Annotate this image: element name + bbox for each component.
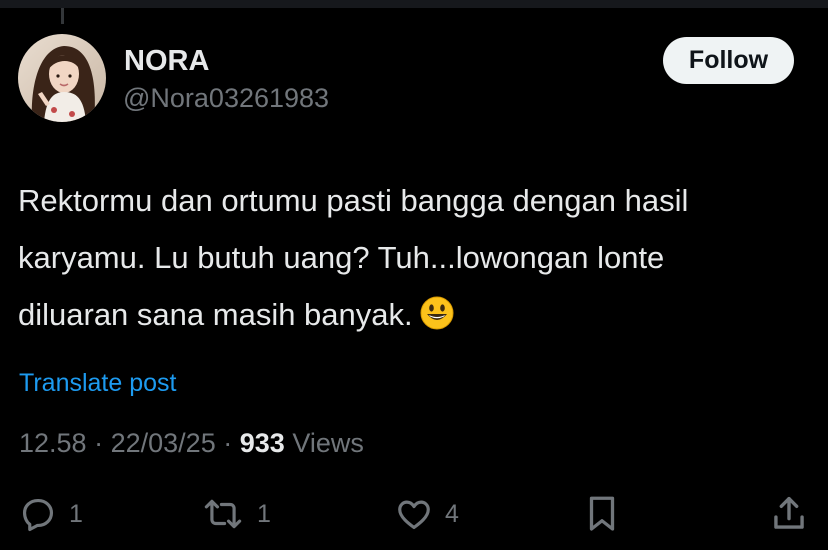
meta-separator: ·: [94, 428, 104, 458]
avatar-image: [18, 34, 106, 122]
share-button[interactable]: [770, 490, 808, 538]
author-display-name[interactable]: NORA: [124, 45, 209, 78]
post-time[interactable]: 12.58: [19, 428, 87, 458]
repost-button[interactable]: 1: [201, 490, 271, 538]
reply-button[interactable]: 1: [19, 490, 83, 538]
repost-icon: [204, 499, 242, 529]
bookmark-icon: [589, 496, 615, 531]
share-icon: [774, 496, 804, 529]
bookmark-button[interactable]: [584, 490, 620, 538]
post-metadata: 12.58 · 22/03/25 · 933 Views: [19, 428, 364, 459]
translate-post-link[interactable]: Translate post: [19, 369, 176, 398]
post-action-bar: 1 1 4: [0, 490, 828, 538]
post-text-line: Rektormu dan ortumu pasti bangga dengan …: [18, 183, 689, 218]
like-count: 4: [445, 499, 459, 528]
post-detail-view: NORA @Nora03261983 Follow Rektormu dan o…: [0, 0, 828, 550]
post-text-line-content: diluaran sana masih banyak.: [18, 297, 413, 332]
author-handle[interactable]: @Nora03261983: [123, 83, 329, 114]
meta-separator: ·: [223, 428, 233, 458]
heart-icon: [398, 500, 430, 530]
views-label: Views: [292, 428, 364, 458]
post-date[interactable]: 22/03/25: [111, 428, 216, 458]
smiling-face-emoji-icon: [419, 292, 455, 349]
like-button[interactable]: 4: [395, 490, 459, 538]
post-text-line: diluaran sana masih banyak.: [18, 286, 808, 349]
follow-button[interactable]: Follow: [663, 37, 794, 84]
views-count: 933: [239, 428, 285, 458]
reply-count: 1: [69, 499, 83, 528]
post-text-line: karyamu. Lu butuh uang? Tuh...lowongan l…: [18, 240, 665, 275]
top-divider: [0, 0, 828, 8]
thread-connector-line: [61, 8, 64, 24]
repost-count: 1: [257, 499, 271, 528]
post-text: Rektormu dan ortumu pasti bangga dengan …: [18, 172, 808, 349]
avatar[interactable]: [18, 34, 106, 122]
reply-icon: [22, 498, 54, 532]
